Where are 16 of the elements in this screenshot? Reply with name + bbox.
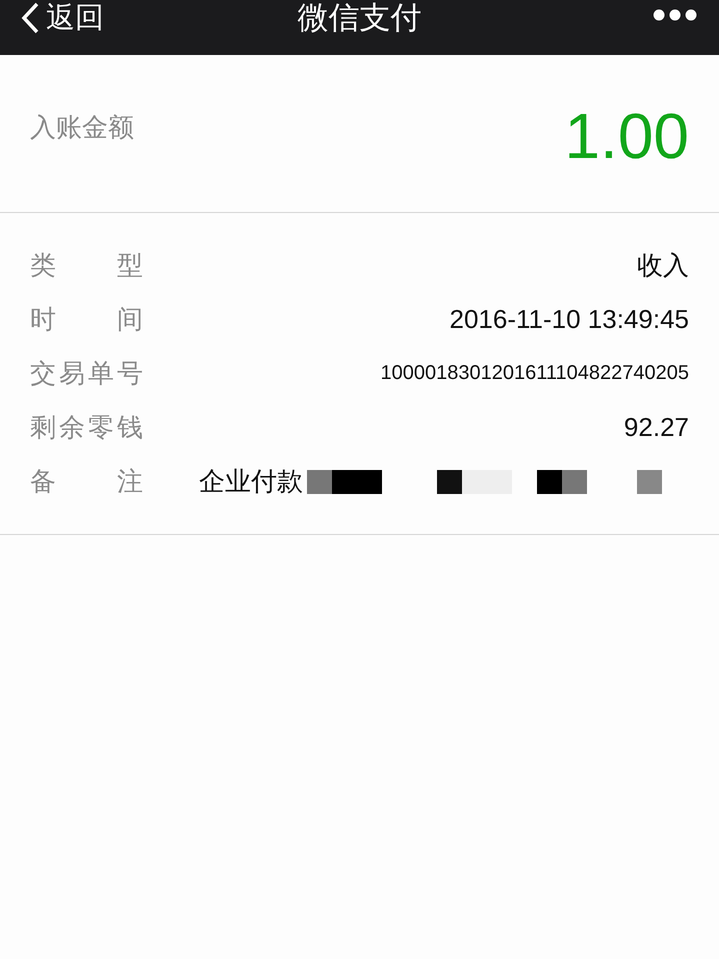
amount-value: 1.00 bbox=[564, 99, 689, 173]
more-icon[interactable] bbox=[653, 9, 697, 21]
detail-label: 时间 bbox=[30, 304, 143, 337]
chevron-left-icon bbox=[20, 2, 40, 34]
detail-value: 收入 bbox=[637, 249, 689, 282]
detail-value: 92.27 bbox=[624, 412, 689, 443]
detail-label: 剩余零钱 bbox=[30, 412, 143, 445]
detail-label: 类型 bbox=[30, 250, 143, 283]
nav-title: 微信支付 bbox=[298, 1, 422, 37]
detail-value: 2016-11-10 13:49:45 bbox=[450, 304, 689, 335]
detail-value: 1000018301201611104822740205 bbox=[380, 362, 689, 385]
back-button[interactable]: 返回 bbox=[20, 0, 104, 38]
detail-label: 备注 bbox=[30, 466, 143, 499]
detail-label: 交易单号 bbox=[30, 358, 143, 391]
amount-label: 入账金额 bbox=[30, 112, 134, 145]
detail-value: 企业付款 bbox=[199, 466, 303, 499]
